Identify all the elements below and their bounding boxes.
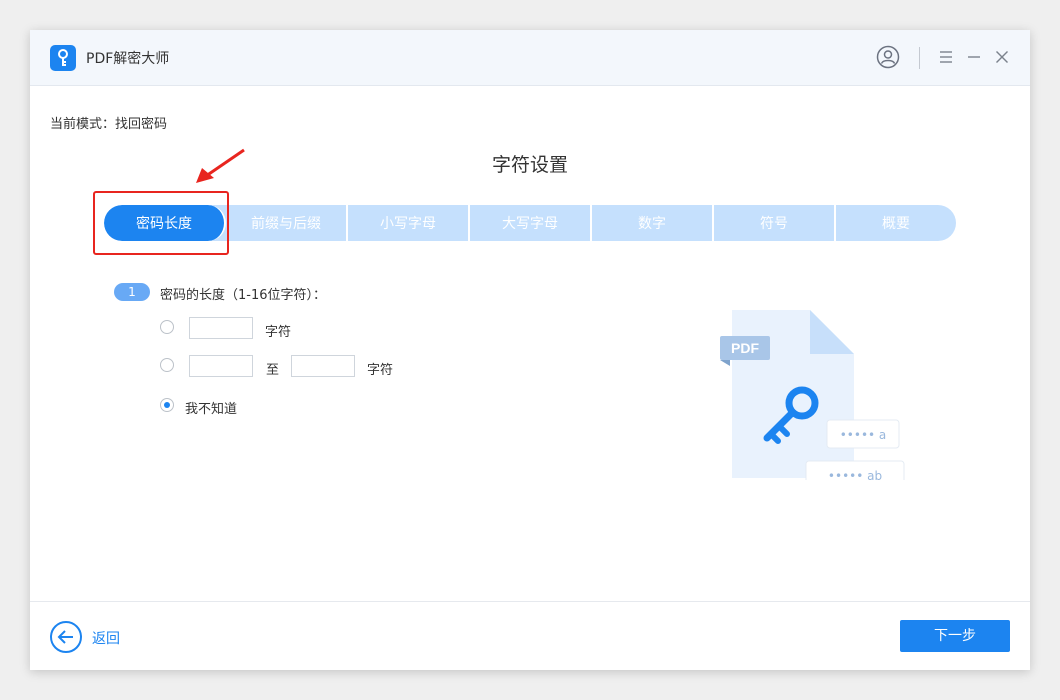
exact-length-unit: 字符 bbox=[265, 325, 292, 340]
tab-prefix-suffix[interactable]: 前缀与后缀 bbox=[226, 205, 348, 241]
range-to-label: 至 bbox=[266, 363, 280, 378]
exact-length-input[interactable] bbox=[189, 317, 253, 339]
range-unit: 字符 bbox=[367, 363, 394, 378]
app-logo-icon bbox=[50, 45, 76, 71]
radio-length-range[interactable] bbox=[160, 358, 174, 372]
page-title: 字符设置 bbox=[491, 154, 568, 176]
range-to-input[interactable] bbox=[291, 355, 355, 377]
tab-lowercase[interactable]: 小写字母 bbox=[348, 205, 470, 241]
current-mode-label: 当前模式：找回密码 bbox=[50, 117, 168, 132]
range-from-input[interactable] bbox=[189, 355, 253, 377]
tab-uppercase[interactable]: 大写字母 bbox=[470, 205, 592, 241]
password-length-label: 密码的长度（1-16位字符）： bbox=[160, 288, 327, 303]
title-bar: PDF解密大师 bbox=[30, 30, 1030, 86]
red-arrow-annotation bbox=[196, 148, 245, 183]
radio-exact-length[interactable] bbox=[160, 320, 174, 334]
close-icon[interactable] bbox=[993, 48, 1011, 66]
active-tab-highlight-box bbox=[93, 191, 229, 255]
tab-digits[interactable]: 数字 bbox=[592, 205, 714, 241]
minimize-icon[interactable] bbox=[965, 48, 983, 66]
user-icon[interactable] bbox=[876, 45, 900, 69]
tab-summary[interactable]: 概要 bbox=[836, 205, 956, 241]
footer-divider bbox=[30, 601, 1030, 602]
password-hint-ab: ••••• ab bbox=[828, 469, 882, 480]
titlebar-divider bbox=[919, 47, 920, 69]
next-step-button[interactable]: 下一步 bbox=[900, 620, 1010, 652]
app-window: PDF解密大师 当前模式：找回密码 字符设置 密码长度 前缀与后缀 小写字母 大… bbox=[30, 30, 1030, 670]
step-number-badge: 1 bbox=[114, 283, 150, 301]
unknown-length-label[interactable]: 我不知道 bbox=[185, 398, 237, 417]
app-title: PDF解密大师 bbox=[86, 51, 170, 67]
back-arrow-icon[interactable] bbox=[50, 621, 82, 653]
menu-icon[interactable] bbox=[937, 48, 955, 66]
pdf-badge-text: PDF bbox=[731, 340, 759, 356]
pdf-key-illustration: PDF ••••• a ••••• ab bbox=[720, 310, 905, 480]
tab-symbols[interactable]: 符号 bbox=[714, 205, 836, 241]
settings-tabs: 密码长度 前缀与后缀 小写字母 大写字母 数字 符号 概要 bbox=[104, 205, 956, 241]
back-link[interactable]: 返回 bbox=[92, 628, 120, 648]
password-hint-a: ••••• a bbox=[840, 428, 887, 442]
radio-unknown-length[interactable] bbox=[160, 398, 174, 412]
